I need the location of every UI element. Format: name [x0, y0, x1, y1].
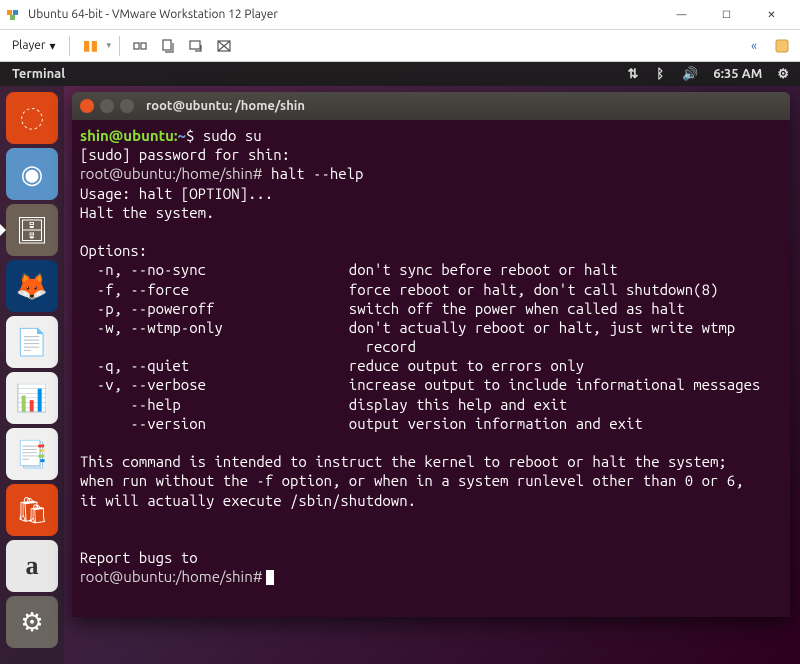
launcher-software[interactable]: 🛍 — [6, 484, 58, 536]
terminal-title: root@ubuntu: /home/shin — [146, 99, 305, 113]
network-icon[interactable]: ⇅ — [624, 67, 641, 82]
maximize-button[interactable]: ☐ — [704, 0, 749, 30]
launcher-impress[interactable]: 📑 — [6, 428, 58, 480]
close-button[interactable]: ✕ — [749, 0, 794, 30]
ubuntu-desktop: Terminal ⇅ ᛒ 🔊 6:35 AM ⚙ ◌◉🗄🦊📄📊📑🛍a⚙ root… — [0, 62, 800, 664]
launcher-calc[interactable]: 📊 — [6, 372, 58, 424]
terminal-maximize-button[interactable] — [120, 99, 134, 113]
snapshot-button[interactable] — [156, 34, 180, 58]
terminal-window: root@ubuntu: /home/shin shin@ubuntu:~$ s… — [72, 92, 790, 617]
launcher-firefox[interactable]: 🦊 — [6, 260, 58, 312]
vmware-icon — [6, 7, 22, 23]
launcher-writer[interactable]: 📄 — [6, 316, 58, 368]
terminal-titlebar[interactable]: root@ubuntu: /home/shin — [72, 92, 790, 120]
terminal-body[interactable]: shin@ubuntu:~$ sudo su [sudo] password f… — [72, 120, 790, 617]
launcher-amazon[interactable]: a — [6, 540, 58, 592]
vmware-toolbar: Player ▾ ▮▮ ▾ « — [0, 30, 800, 62]
terminal-close-button[interactable] — [80, 99, 94, 113]
vmware-titlebar: Ubuntu 64-bit - VMware Workstation 12 Pl… — [0, 0, 800, 30]
launcher-files[interactable]: 🗄 — [6, 204, 58, 256]
minimize-button[interactable]: — — [659, 0, 704, 30]
send-keys-button[interactable] — [128, 34, 152, 58]
fullscreen-button[interactable] — [212, 34, 236, 58]
vmware-title: Ubuntu 64-bit - VMware Workstation 12 Pl… — [28, 8, 659, 21]
bluetooth-icon[interactable]: ᛒ — [653, 67, 667, 81]
launcher: ◌◉🗄🦊📄📊📑🛍a⚙ — [0, 86, 64, 664]
launcher-chromium[interactable]: ◉ — [6, 148, 58, 200]
volume-icon[interactable]: 🔊 — [679, 67, 701, 82]
ubuntu-menubar: Terminal ⇅ ᛒ 🔊 6:35 AM ⚙ — [0, 62, 800, 86]
terminal-minimize-button[interactable] — [100, 99, 114, 113]
chevron-down-icon: ▾ — [106, 40, 111, 51]
pause-button[interactable]: ▮▮ — [78, 34, 102, 58]
collapse-button[interactable]: « — [742, 34, 766, 58]
launcher-settings[interactable]: ⚙ — [6, 596, 58, 648]
clock[interactable]: 6:35 AM — [713, 67, 762, 81]
tools-button[interactable] — [770, 34, 794, 58]
chevron-down-icon: ▾ — [49, 39, 55, 53]
separator — [69, 36, 70, 56]
gear-icon[interactable]: ⚙ — [774, 67, 792, 82]
unity-button[interactable] — [184, 34, 208, 58]
separator — [119, 36, 120, 56]
menubar-app-title: Terminal — [8, 67, 612, 81]
player-menu[interactable]: Player ▾ — [6, 37, 61, 55]
launcher-dash[interactable]: ◌ — [6, 92, 58, 144]
